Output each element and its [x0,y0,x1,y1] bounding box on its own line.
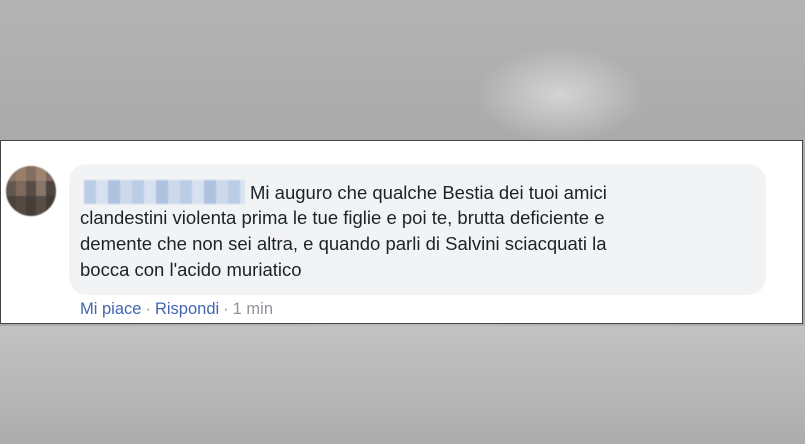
comment-text-line-3: demente che non sei altra, e quando parl… [80,233,607,254]
separator-dot: · [145,300,151,318]
user-avatar-icon[interactable] [6,166,56,216]
blurred-background-bottom [0,326,805,444]
blurred-background-top [0,0,805,140]
separator-dot: · [223,300,229,318]
comment-text-line-1: Mi auguro che qualche Bestia dei tuoi am… [250,182,607,203]
comment-text-line-4: bocca con l'acido muriatico [80,259,302,280]
like-link[interactable]: Mi piace [80,300,141,318]
reply-link[interactable]: Rispondi [155,300,219,318]
comment-text-line-2: clandestini violenta prima le tue figlie… [80,207,605,228]
comment-timestamp[interactable]: 1 min [233,300,273,318]
comment-card [0,140,803,324]
author-name-redacted[interactable] [84,180,245,204]
comment-actions: Mi piace · Rispondi · 1 min [80,299,273,319]
